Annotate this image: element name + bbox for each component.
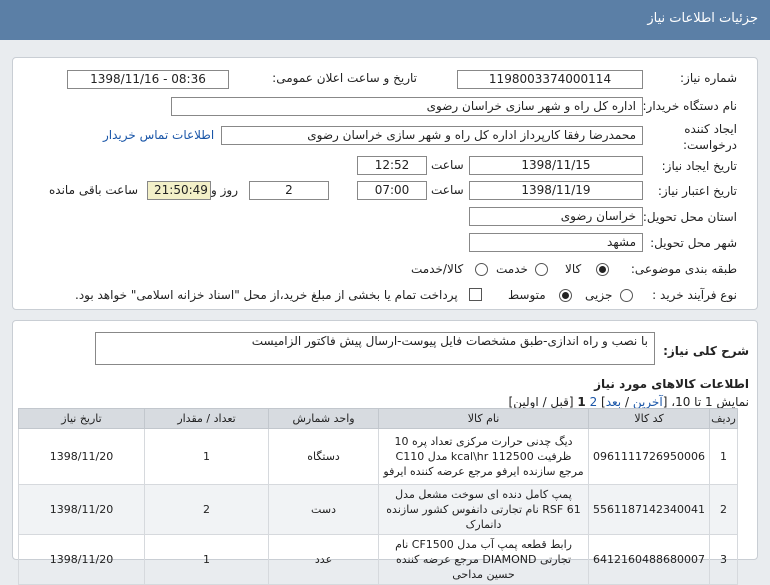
created-time-label: ساعت [431,158,464,172]
pagination-info: نمایش 1 تا 10، [671,395,749,409]
table-row[interactable]: 2 5561187142340041 پمپ کامل دنده ای سوخت… [17,484,738,535]
item-unit: دستگاه [268,428,380,485]
item-code: 0961111726950006 [588,428,710,485]
process-label: نوع فرآیند خرید : [652,288,737,302]
row-number: 2 [709,484,738,535]
items-section-title: اطلاعات کالاهای مورد نیاز [594,377,749,391]
city-field: مشهد [469,233,643,252]
pagination: نمایش 1 تا 10، [آخرین / بعد] 2 1 [قبل / … [508,395,749,409]
announce-field: 1398/11/16 - 08:36 [67,70,229,89]
pagination-last-link[interactable]: آخرین [633,395,663,409]
category-radio-service[interactable] [535,263,548,276]
remaining-days-field: 2 [249,181,329,200]
col-name: نام کالا [378,408,590,429]
process-option-minor: جزیی [585,288,613,302]
item-qty: 1 [144,534,270,585]
treasury-payment-note: پرداخت تمام یا بخشی از مبلغ خرید،از محل … [75,288,458,302]
buyer-field: اداره کل راه و شهر سازی خراسان رضوی [171,97,643,116]
need-details-panel: شماره نیاز: 1198003374000114 تاریخ و ساع… [12,57,758,310]
valid-time-label: ساعت [431,183,464,197]
process-radio-medium[interactable] [559,289,572,302]
row-number: 3 [709,534,738,585]
item-date: 1398/11/20 [17,534,146,585]
category-radio-goods-service[interactable] [475,263,488,276]
item-date: 1398/11/20 [17,484,146,535]
item-name: دیگ چدنی حرارت مرکزی تعداد پره 10 ظرفیت … [378,428,590,485]
province-label: استان محل تحویل: [642,210,737,224]
table-row[interactable]: 3 6412160488680007 رابط قطعه پمپ آب مدل … [17,534,738,585]
item-date: 1398/11/20 [17,428,146,485]
item-name: رابط قطعه پمپ آب مدل CF1500 نام تجارتی D… [378,534,590,585]
treasury-payment-checkbox[interactable] [469,288,482,301]
item-qty: 1 [144,428,270,485]
day-and-label: روز و [211,183,238,197]
item-unit: دست [268,484,380,535]
page-header: جزئیات اطلاعات نیاز [0,0,770,40]
remaining-time-field: 21:50:49 [147,181,211,200]
item-name: پمپ کامل دنده ای سوخت مشعل مدل RSF 61 نا… [378,484,590,535]
pagination-page-2[interactable]: 2 [590,395,598,409]
created-time-field: 12:52 [357,156,427,175]
city-label: شهر محل تحویل: [650,236,737,250]
col-qty: تعداد / مقدار [144,408,270,429]
valid-date-field: 1398/11/19 [469,181,643,200]
contact-buyer-link[interactable]: اطلاعات تماس خریدار [103,128,214,142]
requester-field: محمدرضا رفقا کارپرداز اداره کل راه و شهر… [221,126,643,145]
row-number: 1 [709,428,738,485]
item-qty: 2 [144,484,270,535]
process-radio-minor[interactable] [620,289,633,302]
category-label: طبقه بندی موضوعی: [630,262,737,276]
pagination-page-1: 1 [577,395,586,409]
announce-label: تاریخ و ساعت اعلان عمومی: [272,71,417,85]
need-number-field: 1198003374000114 [457,70,643,89]
items-table-header: ردیف کد کالا نام کالا واحد شمارش تعداد /… [17,408,738,429]
requester-label-1: ایجاد کننده [684,122,737,136]
valid-time-field: 07:00 [357,181,427,200]
category-option-service: خدمت [496,262,528,276]
item-code: 6412160488680007 [588,534,710,585]
description-label: شرح کلی نیاز: [663,344,749,358]
item-code: 5561187142340041 [588,484,710,535]
description-field: با نصب و راه اندازی-طبق مشخصات فایل پیوس… [95,332,655,365]
requester-label-2: درخواست: [683,138,737,152]
category-radio-goods[interactable] [596,263,609,276]
items-table: ردیف کد کالا نام کالا واحد شمارش تعداد /… [17,408,738,585]
pagination-prev-first: [قبل / اولین] [508,395,574,409]
need-number-label: شماره نیاز: [680,71,737,85]
process-option-medium: متوسط [508,288,546,302]
created-date-label: تاریخ ایجاد نیاز: [661,159,737,173]
col-unit: واحد شمارش [268,408,380,429]
buyer-label: نام دستگاه خریدار: [642,99,738,113]
province-field: خراسان رضوی [469,207,643,226]
item-unit: عدد [268,534,380,585]
category-option-goods-service: کالا/خدمت [411,262,464,276]
table-row[interactable]: 1 0961111726950006 دیگ چدنی حرارت مرکزی … [17,428,738,485]
remaining-time-label: ساعت باقی مانده [49,183,139,197]
valid-date-label: تاریخ اعتبار نیاز: [657,184,737,198]
pagination-next-link[interactable]: بعد [606,395,621,409]
created-date-field: 1398/11/15 [469,156,643,175]
col-code: کد کالا [588,408,710,429]
page-title: جزئیات اطلاعات نیاز [647,11,758,26]
category-option-goods: کالا [565,262,582,276]
col-date: تاریخ نیاز [17,408,146,429]
col-row: ردیف [709,408,738,429]
